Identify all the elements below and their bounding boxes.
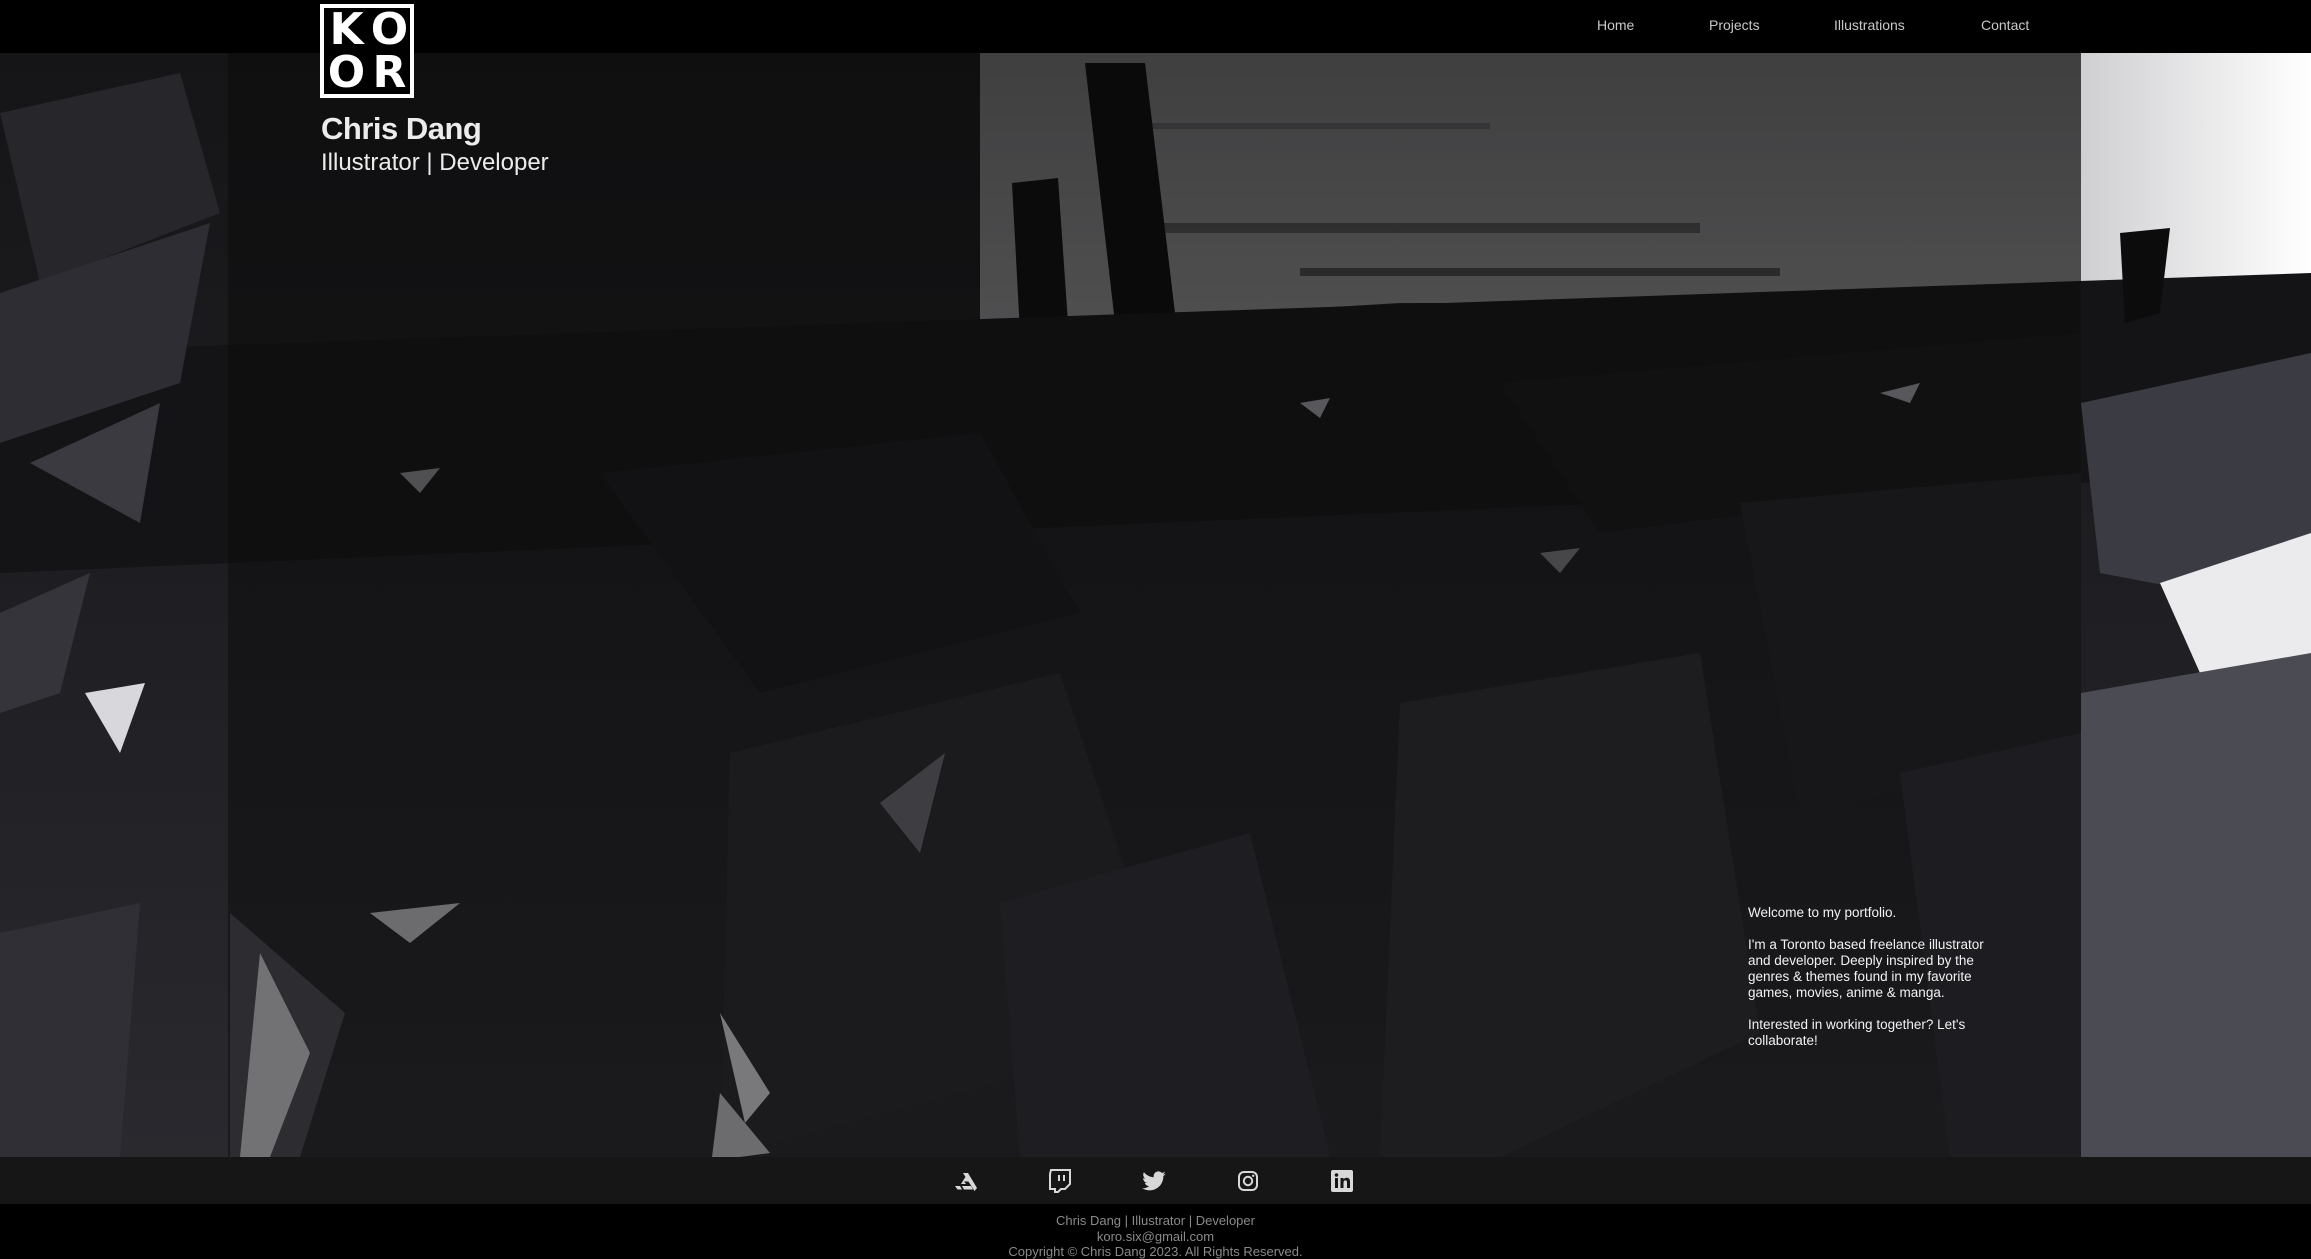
nav-illustrations-link[interactable]: Illustrations (1834, 17, 1905, 33)
footer-credit: Chris Dang | Illustrator | Developer (1056, 1213, 1255, 1228)
logo-letter-o-2: O (327, 46, 365, 98)
intro-welcome: Welcome to my portfolio. (1748, 905, 1897, 920)
logo-mark: K O O R (324, 3, 410, 98)
nav-home-link[interactable]: Home (1597, 17, 1634, 33)
linkedin-icon[interactable] (1328, 1167, 1356, 1195)
logo-letter-k: K (329, 3, 363, 55)
logo-letter-o: O (370, 3, 408, 55)
intro-about: I'm a Toronto based freelance illustrato… (1748, 937, 1984, 1000)
artstation-icon[interactable] (952, 1167, 980, 1195)
footer-email[interactable]: koro.six@gmail.com (0, 1229, 2311, 1245)
page: Home Projects Illustrations Contact K O … (0, 0, 2311, 1259)
intro-text: Welcome to my portfolio. I'm a Toronto b… (1748, 905, 1998, 1065)
social-links-bar (0, 1157, 2311, 1204)
footer-copyright: Copyright © Chris Dang 2023. All Rights … (1008, 1244, 1303, 1259)
instagram-icon[interactable] (1234, 1167, 1262, 1195)
page-subtitle: Illustrator | Developer (321, 149, 549, 176)
nav-contact-link[interactable]: Contact (1981, 17, 2029, 33)
hero-title-block: Chris Dang Illustrator | Developer (321, 110, 549, 178)
koor-logo[interactable]: K O O R (320, 4, 414, 98)
site-footer: Chris Dang | Illustrator | Developer kor… (0, 1204, 2311, 1259)
logo-letter-r: R (372, 46, 407, 98)
twitter-icon[interactable] (1140, 1167, 1168, 1195)
intro-cta: Interested in working together? Let's co… (1748, 1017, 1966, 1048)
twitch-icon[interactable] (1046, 1167, 1074, 1195)
nav-projects-link[interactable]: Projects (1709, 17, 1760, 33)
page-title: Chris Dang (321, 111, 482, 146)
